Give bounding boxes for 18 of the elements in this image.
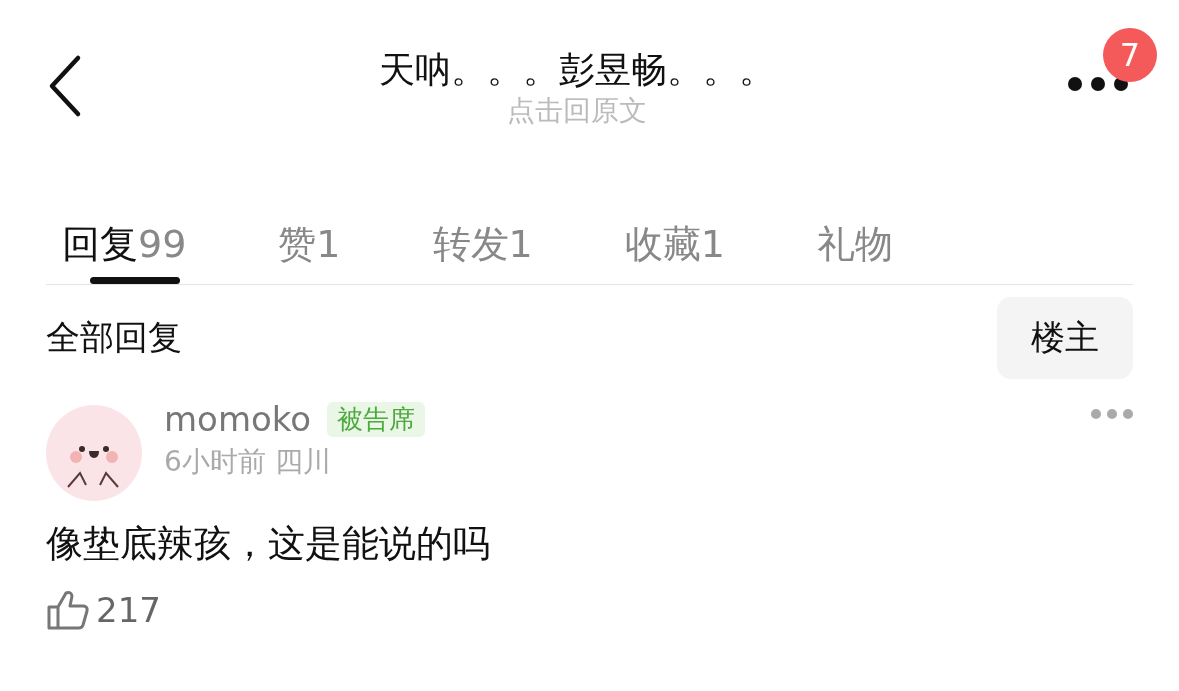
notification-badge: 7 — [1103, 28, 1157, 82]
thumbs-up-icon[interactable] — [46, 589, 90, 631]
comment-meta: 6小时前 四川 — [164, 444, 332, 480]
section-title: 全部回复 — [46, 316, 182, 359]
author-filter-button[interactable]: 楼主 — [997, 297, 1133, 379]
tab[interactable]: 转发1 — [416, 220, 549, 284]
more-icon[interactable] — [1067, 76, 1129, 92]
like-count: 217 — [96, 590, 161, 630]
tab[interactable]: 收藏1 — [608, 220, 741, 284]
tab[interactable]: 回复99 — [46, 220, 203, 284]
comment-text: 像垫底辣孩，这是能说的吗 — [46, 521, 491, 567]
post-title: 天呐。。。彭昱畅。。。 — [378, 48, 775, 92]
back-to-original-link[interactable]: 点击回原文 — [506, 92, 647, 130]
user-tag: 被告席 — [327, 401, 426, 437]
username[interactable]: momoko — [164, 399, 312, 439]
avatar-icon[interactable] — [46, 405, 142, 501]
tab[interactable]: 礼物 — [800, 220, 909, 284]
tab[interactable]: 赞1 — [262, 220, 357, 284]
